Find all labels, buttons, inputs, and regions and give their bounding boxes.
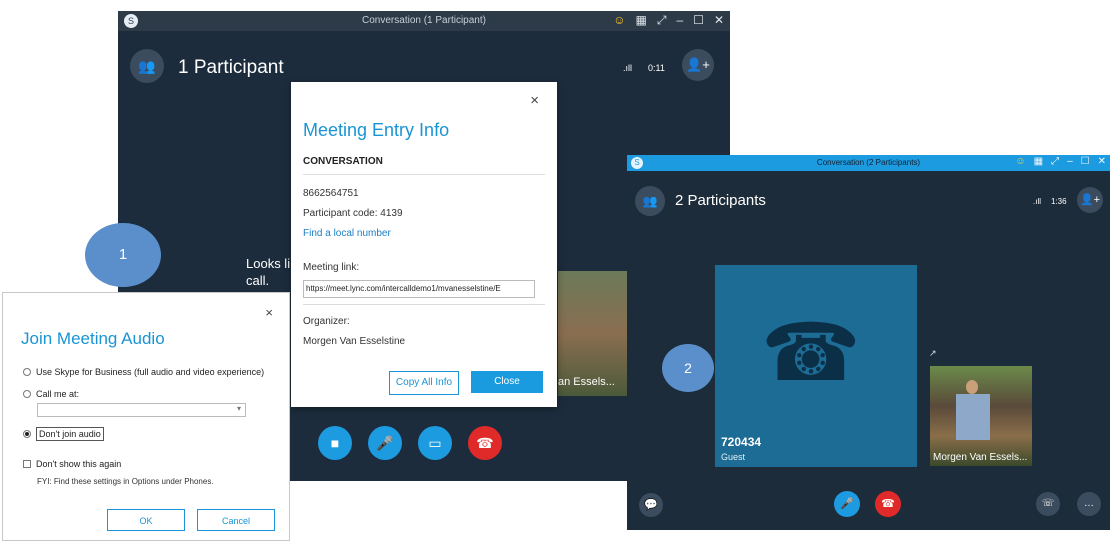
find-local-number-link[interactable]: Find a local number: [303, 228, 391, 239]
participants-icon[interactable]: 👥: [635, 186, 665, 216]
close-dialog-icon[interactable]: ×: [265, 305, 273, 320]
fullscreen-icon[interactable]: ⤢: [657, 13, 667, 28]
join-meeting-audio-dialog: × Join Meeting Audio Use Skype for Busin…: [2, 292, 290, 541]
option-label: Call me at:: [36, 389, 80, 399]
organizer-name: Morgen Van Esselstine: [303, 336, 406, 347]
divider: [303, 304, 545, 305]
minimize-icon[interactable]: –: [1067, 156, 1073, 167]
checkbox-icon[interactable]: [23, 460, 31, 468]
minimize-icon[interactable]: –: [676, 13, 683, 28]
call-controls: ■ 🎤 ▭ ☎: [318, 426, 502, 460]
phone-number-dropdown[interactable]: ▾: [37, 403, 246, 417]
phone-icon: ☎: [761, 308, 861, 397]
emoticon-icon[interactable]: ☺: [1015, 156, 1025, 167]
participant-photo: Morgen Van Essels...: [930, 366, 1032, 466]
cancel-button[interactable]: Cancel: [197, 509, 275, 531]
option-label: Use Skype for Business (full audio and v…: [36, 367, 265, 377]
copy-all-info-button[interactable]: Copy All Info: [389, 371, 459, 395]
title-bar: S Conversation (2 Participants) ☺ ▦ ⤢ – …: [627, 155, 1110, 171]
layout-icon[interactable]: ▦: [1034, 156, 1043, 167]
layout-icon[interactable]: ▦: [636, 13, 647, 28]
dialog-title: Join Meeting Audio: [21, 329, 165, 348]
meeting-link-label: Meeting link:: [303, 262, 360, 273]
person-face: [966, 380, 978, 394]
guest-number: 720434: [721, 435, 762, 449]
add-participant-icon[interactable]: 👤+: [682, 49, 714, 81]
chevron-down-icon: ▾: [236, 404, 241, 413]
title-bar: S Conversation (1 Participant) ☺ ▦ ⤢ – ☐…: [118, 11, 730, 31]
person-body: [956, 394, 990, 440]
participant-code: Participant code: 4139: [303, 208, 403, 219]
radio-icon[interactable]: [23, 390, 31, 398]
signal-icon: .ıll: [623, 63, 632, 73]
more-options-icon[interactable]: …: [1077, 492, 1101, 516]
option-use-skype[interactable]: Use Skype for Business (full audio and v…: [23, 367, 264, 377]
fyi-note: FYI: Find these settings in Options unde…: [37, 477, 214, 486]
dont-show-again-checkbox[interactable]: Don't show this again: [23, 459, 121, 469]
call-timer: 1:36: [1051, 197, 1067, 206]
step-2-marker: 2: [662, 344, 714, 392]
option-call-me[interactable]: Call me at:: [23, 389, 79, 399]
close-dialog-icon[interactable]: ×: [530, 92, 539, 109]
hang-up-icon[interactable]: ☎: [468, 426, 502, 460]
participant-name: an Essels...: [558, 376, 615, 388]
microphone-icon[interactable]: 🎤: [368, 426, 402, 460]
expand-icon[interactable]: ↗: [929, 348, 937, 359]
checkbox-label: Don't show this again: [36, 459, 122, 469]
guest-tile: ☎ 720434 Guest: [715, 265, 917, 467]
call-timer: 0:11: [648, 63, 665, 73]
option-label: Don't join audio: [36, 427, 104, 441]
hang-up-icon[interactable]: ☎: [875, 491, 901, 517]
radio-selected-icon[interactable]: [23, 430, 31, 438]
section-heading: CONVERSATION: [303, 156, 383, 167]
step-1-marker: 1: [85, 223, 161, 287]
screen-share-icon[interactable]: ▭: [418, 426, 452, 460]
participant-video-thumbnail: an Essels...: [558, 271, 628, 396]
dial-in-number: 8662564751: [303, 188, 359, 199]
fullscreen-icon[interactable]: ⤢: [1051, 156, 1059, 167]
guest-label: Guest: [721, 452, 746, 462]
participants-label: 1 Participant: [178, 57, 284, 78]
participants-icon[interactable]: 👥: [130, 49, 164, 83]
chat-icon[interactable]: 💬: [639, 493, 663, 517]
organizer-label: Organizer:: [303, 316, 350, 327]
divider: [303, 174, 545, 175]
close-icon[interactable]: ✕: [1098, 156, 1106, 167]
window-controls: ☺ ▦ ⤢ – ☐ ✕: [613, 13, 724, 28]
video-camera-icon[interactable]: ■: [318, 426, 352, 460]
close-icon[interactable]: ✕: [714, 13, 724, 28]
call-controls-icon[interactable]: ☏: [1036, 492, 1060, 516]
meeting-entry-dialog: × Meeting Entry Info CONVERSATION 866256…: [291, 82, 557, 407]
add-participant-icon[interactable]: 👤+: [1077, 187, 1103, 213]
dialog-title: Meeting Entry Info: [303, 120, 450, 140]
maximize-icon[interactable]: ☐: [693, 13, 704, 28]
emoticon-icon[interactable]: ☺: [613, 13, 625, 28]
conversation-window-2: S Conversation (2 Participants) ☺ ▦ ⤢ – …: [627, 155, 1110, 530]
participant-name: Morgen Van Essels...: [933, 452, 1028, 463]
microphone-icon[interactable]: 🎤: [834, 491, 860, 517]
radio-icon[interactable]: [23, 368, 31, 376]
meeting-link-field[interactable]: https://meet.lync.com/intercalldemo1/mva…: [303, 280, 535, 298]
option-dont-join[interactable]: Don't join audio: [23, 427, 104, 441]
ok-button[interactable]: OK: [107, 509, 185, 531]
close-button[interactable]: Close: [471, 371, 543, 393]
window-controls: ☺ ▦ ⤢ – ☐ ✕: [1015, 156, 1106, 167]
maximize-icon[interactable]: ☐: [1081, 156, 1090, 167]
participants-label: 2 Participants: [675, 192, 766, 209]
signal-icon: .ıll: [1033, 197, 1041, 206]
